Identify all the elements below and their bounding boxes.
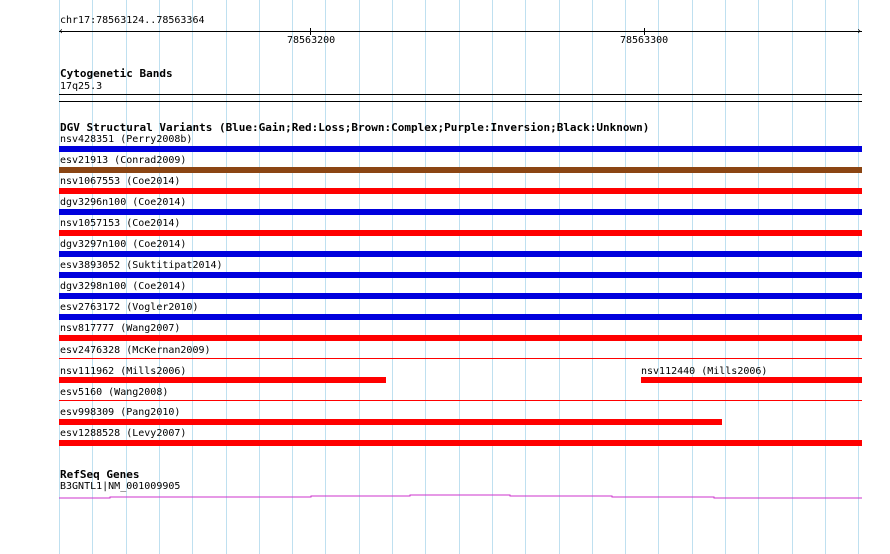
variant-label[interactable]: nsv428351 (Perry2008b): [60, 134, 192, 146]
refseq-track-title: RefSeq Genes: [60, 468, 140, 481]
ruler-major-tick: [310, 28, 311, 35]
gene-model-line[interactable]: [59, 494, 862, 499]
variant-feature[interactable]: [59, 358, 862, 359]
dgv-track-title: DGV Structural Variants (Blue:Gain;Red:L…: [60, 121, 650, 134]
variant-feature[interactable]: [59, 209, 862, 215]
variant-feature[interactable]: [59, 293, 862, 299]
variant-feature[interactable]: [59, 251, 862, 257]
variant-label[interactable]: esv2763172 (Vogler2010): [60, 302, 198, 314]
variant-feature[interactable]: [641, 377, 862, 383]
variant-feature[interactable]: [59, 377, 386, 383]
variant-label[interactable]: esv1288528 (Levy2007): [60, 428, 186, 440]
variant-feature[interactable]: [59, 314, 862, 320]
ruler-axis-line: [59, 31, 862, 32]
variant-feature[interactable]: [59, 146, 862, 152]
variant-feature[interactable]: [59, 419, 722, 425]
ruler-tick-label: 78563200: [287, 35, 336, 46]
variant-label[interactable]: esv2476328 (McKernan2009): [60, 345, 211, 357]
cytoband-track-title: Cytogenetic Bands: [60, 67, 173, 80]
variant-feature[interactable]: [59, 272, 862, 278]
variant-label[interactable]: dgv3297n100 (Coe2014): [60, 239, 186, 251]
variant-feature[interactable]: [59, 188, 862, 194]
variant-label[interactable]: nsv1067553 (Coe2014): [60, 176, 180, 188]
variant-feature[interactable]: [59, 400, 862, 401]
ruler-major-tick: [644, 28, 645, 35]
variant-label[interactable]: esv998309 (Pang2010): [60, 407, 180, 419]
variant-label[interactable]: dgv3298n100 (Coe2014): [60, 281, 186, 293]
variant-label[interactable]: nsv817777 (Wang2007): [60, 323, 180, 335]
ruler-position-label: chr17:78563124..78563364: [60, 15, 205, 26]
ruler-left-arrow-icon: ‹: [58, 27, 64, 37]
cytoband-bottom-line: [59, 101, 862, 102]
variant-label[interactable]: esv21913 (Conrad2009): [60, 155, 186, 167]
variant-label[interactable]: esv3893052 (Suktitipat2014): [60, 260, 223, 272]
variant-feature[interactable]: [59, 167, 862, 173]
genome-browser-view: chr17:78563124..78563364 ‹ › 78563200 78…: [0, 0, 890, 554]
variant-label[interactable]: dgv3296n100 (Coe2014): [60, 197, 186, 209]
variant-feature[interactable]: [59, 335, 862, 341]
ruler-tick-label: 78563300: [620, 35, 669, 46]
cytoband-top-line: [59, 94, 862, 95]
ruler-right-arrow-icon: ›: [856, 26, 863, 37]
variant-feature[interactable]: [59, 440, 862, 446]
variant-feature[interactable]: [59, 230, 862, 236]
gene-model[interactable]: [0, 486, 890, 506]
variant-label[interactable]: esv5160 (Wang2008): [60, 387, 168, 399]
variant-label[interactable]: nsv1057153 (Coe2014): [60, 218, 180, 230]
cytoband-label: 17q25.3: [60, 81, 103, 92]
